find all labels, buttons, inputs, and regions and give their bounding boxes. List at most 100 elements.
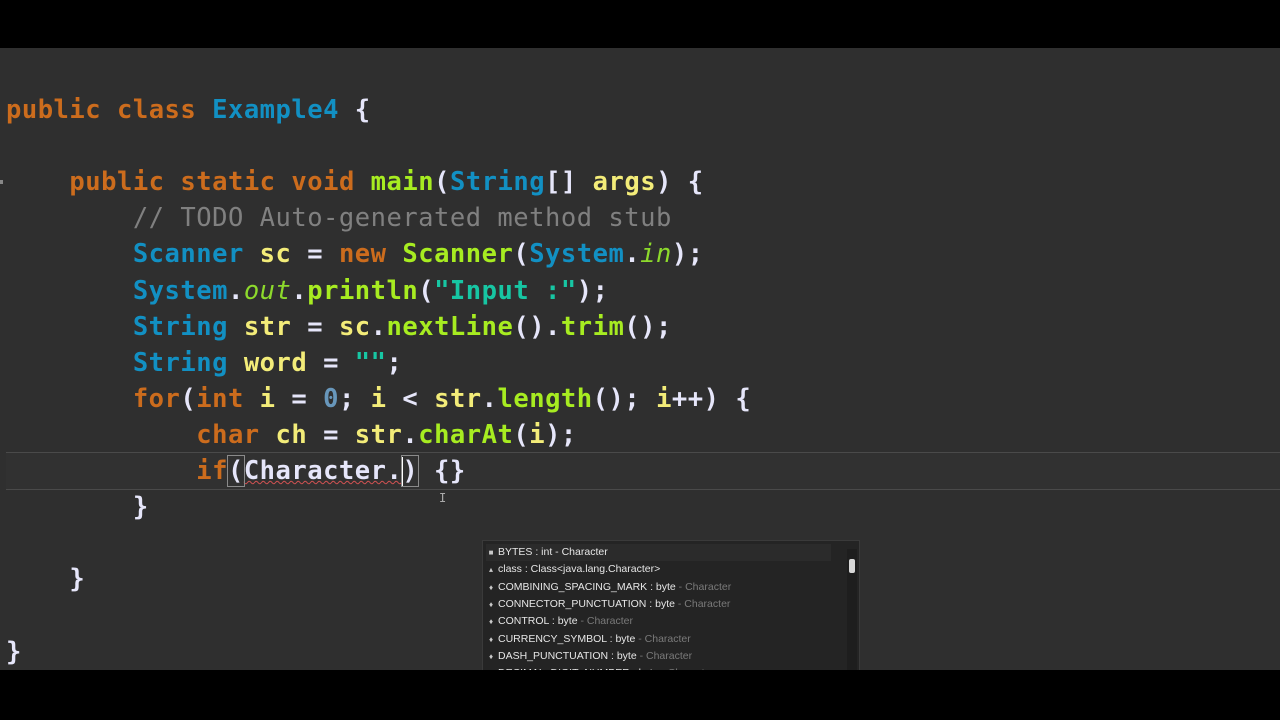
code-token: public	[69, 167, 165, 198]
completion-item[interactable]: ♦ CONNECTOR_PUNCTUATION : byte - Characte…	[486, 596, 831, 613]
ibeam-cursor-icon: I	[439, 491, 447, 505]
code-token: println	[307, 275, 419, 306]
code-token: ;	[338, 383, 371, 414]
code-token: ();	[624, 311, 672, 342]
gutter-marker	[0, 180, 3, 184]
completion-item[interactable]: ♦ CONTROL : byte - Character	[486, 613, 831, 630]
code-token: charAt	[418, 419, 514, 450]
completion-item[interactable]: ♦ CURRENCY_SYMBOL : byte - Character	[486, 631, 831, 648]
code-token: );	[671, 239, 704, 270]
code-line[interactable]: String str = sc.nextLine().trim();	[6, 309, 672, 345]
completion-item-label: CONTROL : byte	[498, 615, 578, 628]
code-token: ().	[513, 311, 561, 342]
code-line[interactable]: System.out.println("Input :");	[6, 273, 608, 309]
code-token: String	[132, 311, 228, 342]
code-token: str	[243, 311, 292, 342]
code-token: if	[196, 456, 228, 486]
code-line[interactable]: public class Example4 {	[6, 92, 371, 128]
code-line[interactable]: for(int i = 0; i < str.length(); i++) {	[6, 381, 751, 417]
code-line[interactable]: // TODO Auto-generated method stub	[6, 200, 672, 236]
code-token: str	[434, 383, 482, 414]
code-token: static	[180, 167, 276, 198]
code-token: nextLine	[386, 311, 514, 342]
code-token: ;	[386, 347, 403, 378]
code-token: Scanner	[402, 239, 514, 270]
bottom-letterbox	[0, 670, 1280, 720]
code-token: .	[227, 275, 244, 306]
content-assist-popup[interactable]: ■ BYTES : int - Character ▴ class : Class<j…	[482, 540, 860, 670]
code-editor[interactable]: public class Example4 { public static vo…	[0, 48, 1280, 670]
code-token: =	[307, 347, 355, 378]
static-field-icon: ♦	[488, 651, 494, 661]
completion-item-label: CURRENCY_SYMBOL : byte	[498, 632, 636, 645]
code-token: .	[624, 239, 641, 270]
code-token: .	[370, 311, 387, 342]
code-token: // TODO Auto-generated method stub	[132, 203, 672, 234]
code-line[interactable]: Scanner sc = new Scanner(System.in);	[6, 236, 704, 272]
code-token: length	[497, 383, 593, 414]
completion-item-label: BYTES : int - Character	[498, 546, 608, 558]
code-token: void	[291, 167, 355, 198]
code-token: )	[401, 455, 420, 487]
code-token: "Input :"	[434, 275, 577, 306]
code-line[interactable]: }	[6, 489, 149, 525]
code-token: ();	[592, 383, 657, 414]
code-token: i	[259, 383, 276, 414]
code-token: (	[418, 275, 435, 306]
field-icon: ■	[488, 548, 494, 557]
code-token: i	[370, 383, 387, 414]
code-token: }	[6, 636, 22, 667]
code-token: System	[132, 275, 228, 306]
code-token: .	[402, 419, 419, 450]
code-line[interactable]: if(Character.) {}	[6, 453, 466, 489]
code-token: =	[291, 239, 339, 270]
completion-item-label: class : Class<java.lang.Character>	[498, 563, 661, 576]
code-line[interactable]: }	[6, 634, 22, 670]
code-token: ""	[354, 347, 387, 378]
code-token: String	[449, 167, 546, 198]
code-token: String	[132, 347, 228, 378]
completion-item[interactable]: ■ BYTES : int - Character	[486, 544, 831, 561]
code-line[interactable]: }	[6, 561, 85, 597]
code-token: ++) {	[671, 383, 752, 414]
static-field-icon: ♦	[488, 617, 494, 627]
completion-item[interactable]: ▴ class : Class<java.lang.Character>	[486, 561, 831, 578]
code-token: sc	[259, 239, 292, 270]
code-token: i	[656, 383, 672, 414]
code-token: (	[226, 455, 245, 487]
completion-item[interactable]: ♦ COMBINING_SPACING_MARK : byte - Charact…	[486, 579, 831, 596]
completion-scrollbar[interactable]	[847, 549, 857, 670]
code-token: .	[291, 275, 308, 306]
code-token: str	[354, 419, 403, 450]
code-line[interactable]: char ch = str.charAt(i);	[6, 417, 577, 453]
completion-item-label: COMBINING_SPACING_MARK : byte	[498, 580, 676, 593]
code-token: (	[434, 167, 450, 198]
code-line[interactable]: String word = "";	[6, 345, 402, 381]
code-token: Example4	[212, 95, 339, 125]
code-token: }	[69, 564, 86, 595]
code-token: sc	[338, 311, 371, 342]
static-field-icon: ▴	[488, 565, 493, 575]
code-token: trim	[560, 311, 625, 342]
completion-item[interactable]: ♦ DASH_PUNCTUATION : byte - Character	[486, 648, 831, 665]
code-line[interactable]: public static void main(String[] args) {	[6, 164, 704, 200]
code-token: Character.	[243, 456, 403, 486]
code-token: Scanner	[132, 239, 244, 270]
completion-scrollbar-thumb[interactable]	[849, 559, 855, 573]
code-token: i	[529, 419, 546, 450]
